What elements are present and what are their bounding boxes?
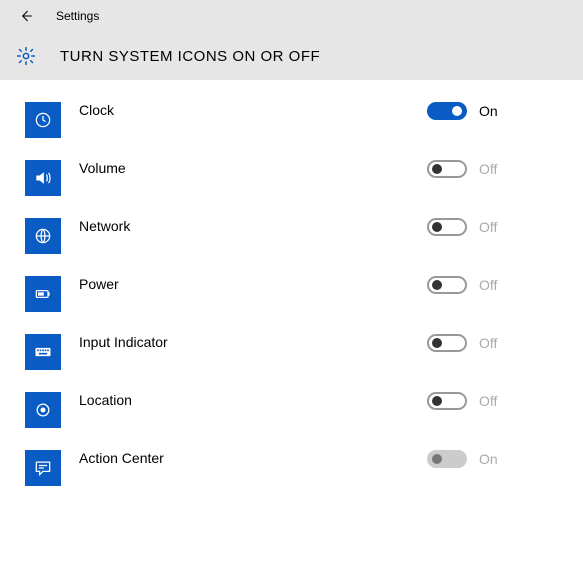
back-arrow-icon (18, 8, 34, 24)
toggle-power[interactable] (427, 276, 467, 294)
clock-icon (25, 102, 61, 138)
setting-label: Volume (79, 160, 427, 176)
toggle-location[interactable] (427, 392, 467, 410)
title-bar: Settings (0, 0, 583, 32)
toggle-state-text: Off (479, 277, 503, 293)
toggle-state-text: Off (479, 219, 503, 235)
toggle-state-text: Off (479, 393, 503, 409)
settings-gear-icon (14, 44, 38, 68)
page-title: TURN SYSTEM ICONS ON OR OFF (60, 48, 320, 65)
toggle-group: Off (427, 334, 503, 352)
toggle-group: Off (427, 276, 503, 294)
toggle-state-text: On (479, 103, 503, 119)
settings-list: Clock On Volume Off Network Off Power (0, 80, 583, 498)
toggle-group: Off (427, 218, 503, 236)
setting-label: Input Indicator (79, 334, 427, 350)
location-icon (25, 392, 61, 428)
power-icon (25, 276, 61, 312)
setting-row-network: Network Off (3, 208, 583, 266)
keyboard-icon (25, 334, 61, 370)
setting-label: Location (79, 392, 427, 408)
toggle-group: Off (427, 160, 503, 178)
toggle-state-text: Off (479, 335, 503, 351)
page-header: TURN SYSTEM ICONS ON OR OFF (0, 32, 583, 80)
setting-row-volume: Volume Off (3, 150, 583, 208)
toggle-group: On (427, 450, 503, 468)
toggle-group: On (427, 102, 503, 120)
setting-label: Network (79, 218, 427, 234)
toggle-volume[interactable] (427, 160, 467, 178)
back-button[interactable] (14, 4, 38, 28)
setting-row-location: Location Off (3, 382, 583, 440)
toggle-action-center (427, 450, 467, 468)
toggle-input-indicator[interactable] (427, 334, 467, 352)
setting-row-power: Power Off (3, 266, 583, 324)
app-title: Settings (56, 9, 99, 23)
toggle-group: Off (427, 392, 503, 410)
toggle-state-text: On (479, 451, 503, 467)
volume-icon (25, 160, 61, 196)
network-icon (25, 218, 61, 254)
setting-row-action-center: Action Center On (3, 440, 583, 498)
setting-label: Power (79, 276, 427, 292)
action-center-icon (25, 450, 61, 486)
setting-row-input-indicator: Input Indicator Off (3, 324, 583, 382)
toggle-clock[interactable] (427, 102, 467, 120)
setting-label: Action Center (79, 450, 427, 466)
toggle-state-text: Off (479, 161, 503, 177)
setting-label: Clock (79, 102, 427, 118)
setting-row-clock: Clock On (3, 92, 583, 150)
toggle-network[interactable] (427, 218, 467, 236)
